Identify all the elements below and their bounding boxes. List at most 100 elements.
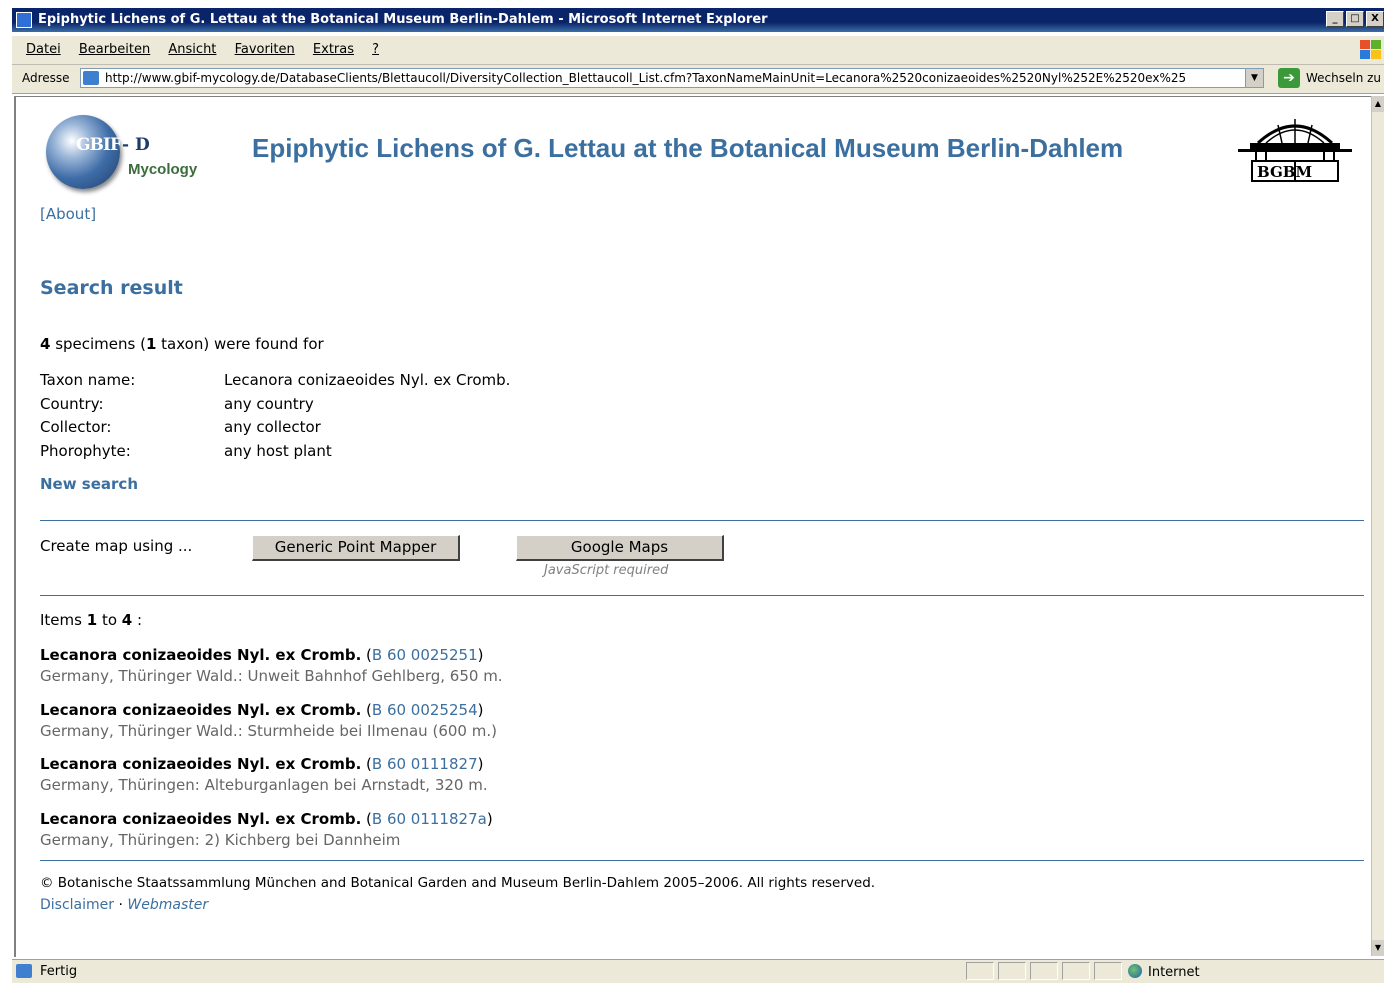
bgbm-logo-text: BGBM [1257,163,1312,181]
status-pane [998,962,1026,980]
scroll-up-icon[interactable]: ▲ [1372,96,1384,112]
list-item: Lecanora conizaeoides Nyl. ex Cromb. (B … [40,645,1360,700]
criteria-row: Phorophyte: any host plant [40,440,510,464]
items-to-text: to [97,611,122,629]
criteria-value: any host plant [224,441,332,460]
window-title-bar[interactable]: Epiphytic Lichens of G. Lettau at the Bo… [12,8,1384,32]
criteria-value: any collector [224,418,321,436]
close-button[interactable]: X [1366,11,1384,27]
maximize-button[interactable]: □ [1346,11,1364,27]
footer-links: Disclaimer · Webmaster [40,897,208,913]
items-prefix: Items [40,611,87,629]
list-item: Lecanora conizaeoides Nyl. ex Cromb. (B … [40,754,1360,809]
copyright-text: © Botanische Staatssammlung München and … [40,875,876,891]
criteria-value: any country [224,394,314,413]
criteria-label: Country: [40,394,104,413]
scroll-down-icon[interactable]: ▼ [1372,940,1384,956]
criteria-row: Country: any country [40,393,510,417]
vertical-scrollbar[interactable]: ▲ ▼ [1371,96,1384,956]
logo-mycology-text: Mycology [128,161,198,178]
taxa-text: taxon) were found for [156,335,324,353]
status-pane [966,962,994,980]
criteria-value: Lecanora conizaeoides Nyl. ex Cromb. [224,371,511,389]
record-taxon-name: Lecanora conizaeoides Nyl. ex Cromb. [40,809,362,828]
items-suffix: : [132,611,143,629]
items-from: 1 [86,611,98,629]
window-title: Epiphytic Lichens of G. Lettau at the Bo… [38,12,768,27]
record-taxon-name: Lecanora conizaeoides Nyl. ex Cromb. [40,755,362,773]
address-url: http://www.gbif-mycology.de/DatabaseClie… [105,71,1187,85]
zone-label: Internet [1148,965,1200,980]
record-taxon-name: Lecanora conizaeoides Nyl. ex Cromb. [40,646,362,664]
list-item: Lecanora conizaeoides Nyl. ex Cromb. (B … [40,700,1360,755]
record-accession-link[interactable]: B 60 0025254 [372,701,478,719]
logo-gbif-text: GBIF [76,135,122,155]
items-to: 4 [121,611,133,629]
divider [40,520,1364,521]
page-icon [83,71,99,85]
google-maps-button[interactable]: Google Maps [516,535,724,561]
record-accession-link[interactable]: B 60 0025251 [372,646,478,664]
search-result-heading: Search result [40,277,183,299]
status-text: Fertig [40,964,78,979]
record-locality: Germany, Thüringen: Alteburganlagen bei … [40,776,488,794]
menu-bar: Datei Bearbeiten Ansicht Favoriten Extra… [12,36,1384,65]
generic-point-mapper-button[interactable]: Generic Point Mapper [252,535,460,561]
logo-d-text: - D [122,135,150,155]
go-arrow-icon[interactable]: ➔ [1278,68,1300,88]
divider [40,860,1364,861]
found-summary: 4 specimens (1 taxon) were found for [40,335,324,353]
page-title: Epiphytic Lichens of G. Lettau at the Bo… [252,133,1124,163]
menu-ansicht[interactable]: Ansicht [168,36,216,64]
menu-favoriten[interactable]: Favoriten [235,36,295,64]
minimize-button[interactable]: _ [1326,11,1344,27]
bgbm-building-icon: BGBM [1238,119,1352,182]
status-pane [1062,962,1090,980]
menu-extras[interactable]: Extras [313,36,354,64]
record-accession-link[interactable]: B 60 0111827 [372,755,478,773]
status-bar: Fertig Internet [12,959,1384,983]
record-locality: Germany, Thüringer Wald.: Sturmheide bei… [40,721,497,740]
address-label: Adresse [22,71,70,85]
security-zone: Internet [1128,964,1200,980]
page-viewport: GBIF - D Mycology Epiphytic Lichens of G… [14,96,1374,957]
go-button-label[interactable]: Wechseln zu [1306,71,1381,85]
items-range: Items 1 to 4 : [40,611,142,629]
address-dropdown-button[interactable]: ▼ [1245,69,1263,87]
internet-zone-icon [1128,964,1142,978]
windows-flag-icon [1358,38,1382,60]
record-locality: Germany, Thüringen: 2) Kichberg bei Dann… [40,830,401,849]
webmaster-link[interactable]: Webmaster [127,897,208,913]
disclaimer-link[interactable]: Disclaimer [40,897,114,913]
status-pane [1094,962,1122,980]
menu-bearbeiten[interactable]: Bearbeiten [79,36,150,64]
record-accession-link[interactable]: B 60 0111827a [372,810,487,828]
divider [40,595,1364,596]
search-criteria: Taxon name: Lecanora conizaeoides Nyl. ex… [40,369,510,463]
record-locality: Germany, Thüringer Wald.: Unweit Bahnhof… [40,667,503,685]
specimens-text: specimens ( [50,335,146,353]
address-bar: Adresse http://www.gbif-mycology.de/Data… [12,65,1384,94]
list-item: Lecanora conizaeoides Nyl. ex Cromb. (B … [40,809,1360,864]
specimen-count: 4 [40,335,51,353]
criteria-row: Collector: any collector [40,416,510,440]
address-input[interactable]: http://www.gbif-mycology.de/DatabaseClie… [80,68,1264,88]
menu-help[interactable]: ? [372,36,379,64]
gbif-d-mycology-logo[interactable]: GBIF - D Mycology [44,115,200,191]
window-controls: _ □ X [1324,11,1384,29]
criteria-label: Collector: [40,418,112,436]
new-search-link[interactable]: New search [40,475,138,493]
bgbm-logo[interactable]: BGBM [1236,113,1354,183]
criteria-row: Taxon name: Lecanora conizaeoides Nyl. ex… [40,369,510,393]
record-list: Lecanora conizaeoides Nyl. ex Cromb. (B … [40,645,1360,863]
menu-datei[interactable]: Datei [26,36,61,64]
record-taxon-name: Lecanora conizaeoides Nyl. ex Cromb. [40,700,362,719]
ie-icon [16,12,32,28]
criteria-label: Phorophyte: [40,441,131,460]
about-link[interactable]: [About] [40,205,96,223]
page-status-icon [16,964,32,978]
javascript-required-note: JavaScript required [544,563,669,578]
footer-separator: · [114,897,128,913]
status-pane [1030,962,1058,980]
criteria-label: Taxon name: [40,371,136,389]
